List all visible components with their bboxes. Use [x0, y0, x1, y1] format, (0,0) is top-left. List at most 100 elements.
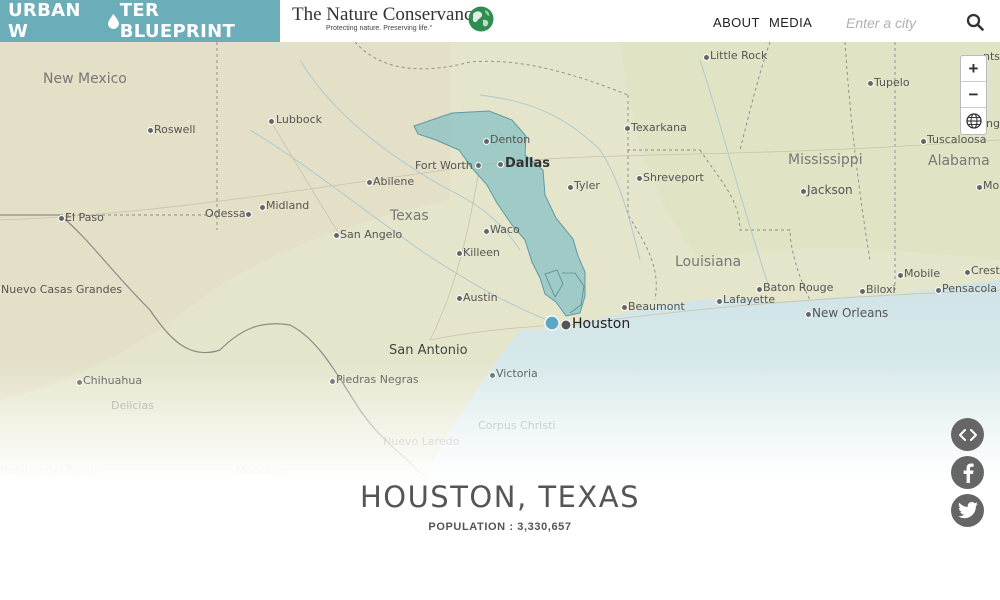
zoom-controls: + −: [960, 55, 987, 135]
city-label: Beaumont: [628, 300, 685, 313]
city-dot: [805, 311, 812, 318]
city-dot: [268, 118, 275, 125]
city-dot: [456, 295, 463, 302]
city-label: Pensacola: [942, 282, 998, 295]
city-label-houston[interactable]: Houston: [572, 316, 630, 332]
city-label: Lafayette: [723, 293, 776, 306]
nav-about[interactable]: ABOUT: [713, 15, 760, 30]
city-label: Shreveport: [643, 171, 704, 184]
city-dot: [333, 232, 340, 239]
city-dot: [245, 211, 252, 218]
city-label: Victoria: [496, 367, 538, 380]
city-dot: [456, 250, 463, 257]
city-label: San Angelo: [340, 228, 403, 241]
city-label: Killeen: [463, 246, 500, 259]
twitter-share-button[interactable]: [951, 494, 984, 527]
app-logo[interactable]: URBAN W TER BLUEPRINT: [0, 0, 280, 42]
city-dot: [483, 138, 490, 145]
water-intake-marker[interactable]: [544, 315, 560, 331]
city-dot: [964, 269, 971, 276]
city-dot: [621, 304, 628, 311]
city-dot: [636, 175, 643, 182]
city-label: Dallas: [505, 156, 550, 171]
city-label: Denton: [490, 133, 531, 146]
city-label: Piedras Negras: [336, 373, 419, 386]
city-label: Texarkana: [631, 121, 687, 134]
city-label: Delicias: [111, 399, 154, 412]
zoom-in-button[interactable]: +: [961, 56, 986, 82]
city-dot: [58, 215, 65, 222]
city-dot: [497, 161, 504, 168]
globe-view-button[interactable]: [961, 108, 986, 134]
facebook-share-button[interactable]: [951, 456, 984, 489]
water-drop-icon: [107, 13, 119, 29]
city-dot: [935, 287, 942, 294]
houston-marker[interactable]: [560, 319, 572, 331]
partner-tagline: Protecting nature. Preserving life.°: [326, 25, 433, 32]
city-label: Jackson: [807, 183, 853, 197]
city-dot: [475, 162, 482, 169]
city-dot: [76, 379, 83, 386]
city-dot: [483, 228, 490, 235]
city-dot: [920, 138, 927, 145]
city-label: San Antonio: [389, 343, 468, 358]
globe-logo-icon: [468, 6, 494, 32]
city-dot: [800, 188, 807, 195]
search-icon[interactable]: [966, 13, 984, 31]
city-dot: [624, 125, 631, 132]
city-label: Baton Rouge: [763, 281, 834, 294]
city-label: Midland: [266, 199, 310, 212]
city-title: HOUSTON, TEXAS: [359, 480, 641, 514]
city-label: Biloxi: [866, 283, 896, 296]
city-label: Nuevo Laredo: [383, 435, 460, 448]
city-search-input[interactable]: [846, 12, 956, 34]
nav-media[interactable]: MEDIA: [769, 15, 812, 30]
map[interactable]: New Mexico Texas Louisiana Mississippi A…: [0, 42, 1000, 482]
partner-logo[interactable]: The Nature Conservancy Protecting nature…: [292, 4, 494, 40]
city-label: Abilene: [373, 175, 415, 188]
city-dot: [329, 378, 336, 385]
city-label: Hidalgo del Parral: [0, 464, 98, 477]
zoom-out-button[interactable]: −: [961, 82, 986, 108]
city-dot: [859, 288, 866, 295]
city-dot: [147, 127, 154, 134]
city-label: Mobile: [904, 267, 941, 280]
globe-icon: [965, 113, 982, 129]
city-dot: [259, 204, 266, 211]
header: URBAN W TER BLUEPRINT The Nature Conserv…: [0, 0, 1000, 42]
city-label: Nuevo Casas Grandes: [1, 283, 123, 296]
city-dot: [756, 286, 763, 293]
city-dot: [567, 184, 574, 191]
city-dot: [976, 184, 983, 191]
city-label: Corpus Christi: [478, 419, 556, 432]
city-label: Chihuahua: [83, 374, 143, 387]
city-label: Austin: [463, 291, 498, 304]
city-label: New Orleans: [812, 306, 889, 320]
city-label: Crestv: [971, 264, 1000, 277]
state-label: Alabama: [928, 153, 990, 169]
state-label: New Mexico: [43, 71, 127, 87]
city-population: POPULATION : 3,330,657: [428, 521, 572, 533]
code-icon: [958, 428, 977, 441]
city-dot: [716, 298, 723, 305]
city-label: Lubbock: [276, 113, 323, 126]
city-label: Tupelo: [874, 76, 910, 89]
map-basemap: [0, 42, 1000, 482]
city-label: Waco: [490, 223, 520, 236]
city-label: Tyler: [574, 179, 600, 192]
partner-name: The Nature Conservancy: [292, 4, 482, 25]
state-label: Louisiana: [675, 254, 742, 270]
city-label: Monclova: [236, 464, 289, 477]
city-dot: [366, 179, 373, 186]
city-label: Odessa: [205, 207, 246, 220]
city-label: ng: [986, 117, 1000, 130]
city-dot: [867, 80, 874, 87]
city-label: El Paso: [65, 211, 104, 224]
app-title: URBAN W TER BLUEPRINT: [8, 0, 236, 42]
twitter-icon: [957, 502, 978, 519]
city-label: Roswell: [154, 123, 196, 136]
state-label: Mississippi: [788, 152, 863, 168]
city-dot: [897, 272, 904, 279]
embed-button[interactable]: [951, 418, 984, 451]
state-label: Texas: [390, 208, 429, 224]
